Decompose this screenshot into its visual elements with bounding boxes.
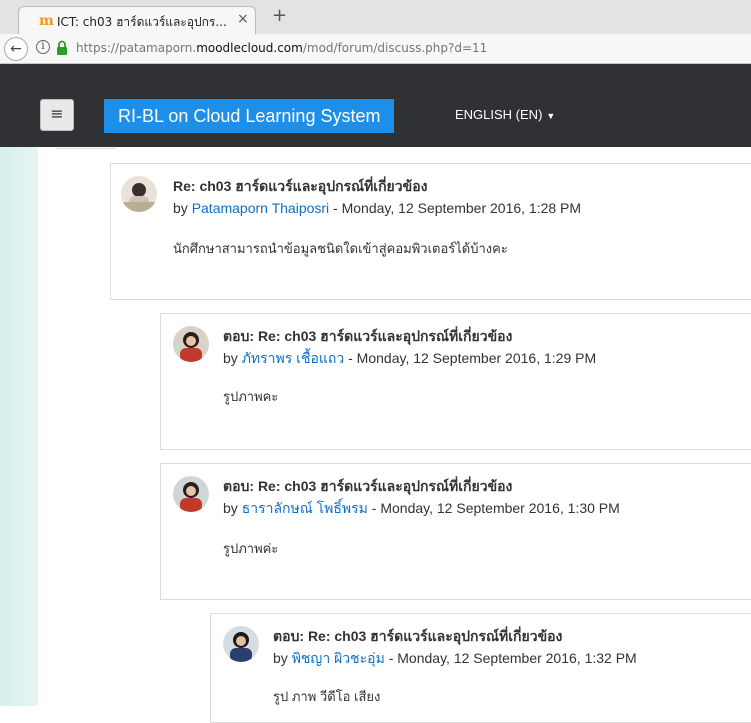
- by-label: by: [223, 500, 238, 516]
- author-link[interactable]: พิชญา ผิวชะอุ่ม: [292, 650, 385, 666]
- forum-post: ตอบ: Re: ch03 ฮาร์ดแวร์และอุปกรณ์ที่เกี่…: [160, 463, 751, 600]
- moodle-favicon-icon: m: [39, 13, 54, 29]
- post-message: รูปภาพค่ะ: [223, 541, 279, 556]
- tab-close-icon[interactable]: ×: [237, 11, 249, 27]
- divider: [56, 147, 751, 149]
- language-menu[interactable]: ENGLISH (EN) ▼: [455, 107, 555, 122]
- post-subject: Re: ch03 ฮาร์ดแวร์และอุปกรณ์ที่เกี่ยวข้อ…: [173, 178, 428, 194]
- site-name-button[interactable]: RI-BL on Cloud Learning System: [104, 99, 395, 133]
- tab-title: ICT: ch03 ฮาร์ดแวร์และอุปกร...: [57, 15, 227, 29]
- by-label: by: [273, 650, 288, 666]
- post-byline: by ภัทราพร เชื้อแถว - Monday, 12 Septemb…: [223, 348, 596, 370]
- post-message: รูปภาพคะ: [223, 389, 279, 404]
- browser-tab-strip: m ICT: ch03 ฮาร์ดแวร์และอุปกร... × +: [0, 0, 751, 34]
- language-label: ENGLISH (EN): [455, 107, 543, 122]
- lock-icon: [57, 40, 67, 55]
- post-date: - Monday, 12 September 2016, 1:30 PM: [367, 500, 620, 516]
- post-date: - Monday, 12 September 2016, 1:29 PM: [344, 350, 597, 366]
- forum-post: Re: ch03 ฮาร์ดแวร์และอุปกรณ์ที่เกี่ยวข้อ…: [110, 163, 751, 300]
- back-arrow-icon[interactable]: ←: [4, 37, 28, 61]
- by-label: by: [223, 350, 238, 366]
- by-label: by: [173, 200, 188, 216]
- author-link[interactable]: ธาราลักษณ์ โพธิ์พรม: [242, 500, 368, 516]
- post-message: รูป ภาพ วีดีโอ เสียง: [273, 689, 381, 704]
- url-path: /mod/forum/discuss.php?d=11: [302, 41, 488, 55]
- post-byline: by ธาราลักษณ์ โพธิ์พรม - Monday, 12 Sept…: [223, 498, 620, 520]
- author-link[interactable]: ภัทราพร เชื้อแถว: [242, 350, 345, 366]
- post-byline: by พิชญา ผิวชะอุ่ม - Monday, 12 Septembe…: [273, 648, 637, 670]
- caret-down-icon: ▼: [546, 111, 556, 121]
- left-sidebar-strip: [0, 147, 38, 706]
- avatar[interactable]: [173, 476, 209, 512]
- post-subject: ตอบ: Re: ch03 ฮาร์ดแวร์และอุปกรณ์ที่เกี่…: [223, 328, 513, 344]
- forum-post: ตอบ: Re: ch03 ฮาร์ดแวร์และอุปกรณ์ที่เกี่…: [210, 613, 751, 723]
- info-icon[interactable]: i: [36, 40, 50, 54]
- author-link[interactable]: Patamaporn Thaiposri: [192, 200, 329, 216]
- hamburger-icon[interactable]: ≡: [40, 99, 74, 131]
- browser-address-bar: ← i https://patamaporn.moodlecloud.com/m…: [0, 34, 751, 64]
- post-date: - Monday, 12 September 2016, 1:28 PM: [329, 200, 582, 216]
- post-date: - Monday, 12 September 2016, 1:32 PM: [384, 650, 637, 666]
- url-prefix: https://patamaporn.: [76, 41, 197, 55]
- post-subject: ตอบ: Re: ch03 ฮาร์ดแวร์และอุปกรณ์ที่เกี่…: [223, 478, 513, 494]
- post-subject: ตอบ: Re: ch03 ฮาร์ดแวร์และอุปกรณ์ที่เกี่…: [273, 628, 563, 644]
- url-field[interactable]: https://patamaporn.moodlecloud.com/mod/f…: [76, 41, 487, 55]
- avatar[interactable]: [223, 626, 259, 662]
- forum-post: ตอบ: Re: ch03 ฮาร์ดแวร์และอุปกรณ์ที่เกี่…: [160, 313, 751, 450]
- new-tab-button[interactable]: +: [272, 6, 287, 26]
- post-message: นักศึกษาสามารถนำข้อมูลชนิดใดเข้าสู่คอมพิ…: [173, 241, 508, 256]
- avatar[interactable]: [173, 326, 209, 362]
- browser-tab[interactable]: m ICT: ch03 ฮาร์ดแวร์และอุปกร... ×: [18, 6, 256, 34]
- post-byline: by Patamaporn Thaiposri - Monday, 12 Sep…: [173, 200, 581, 216]
- url-host: moodlecloud.com: [196, 41, 303, 55]
- avatar[interactable]: [121, 176, 157, 212]
- site-header: ≡ RI-BL on Cloud Learning System ENGLISH…: [0, 64, 751, 147]
